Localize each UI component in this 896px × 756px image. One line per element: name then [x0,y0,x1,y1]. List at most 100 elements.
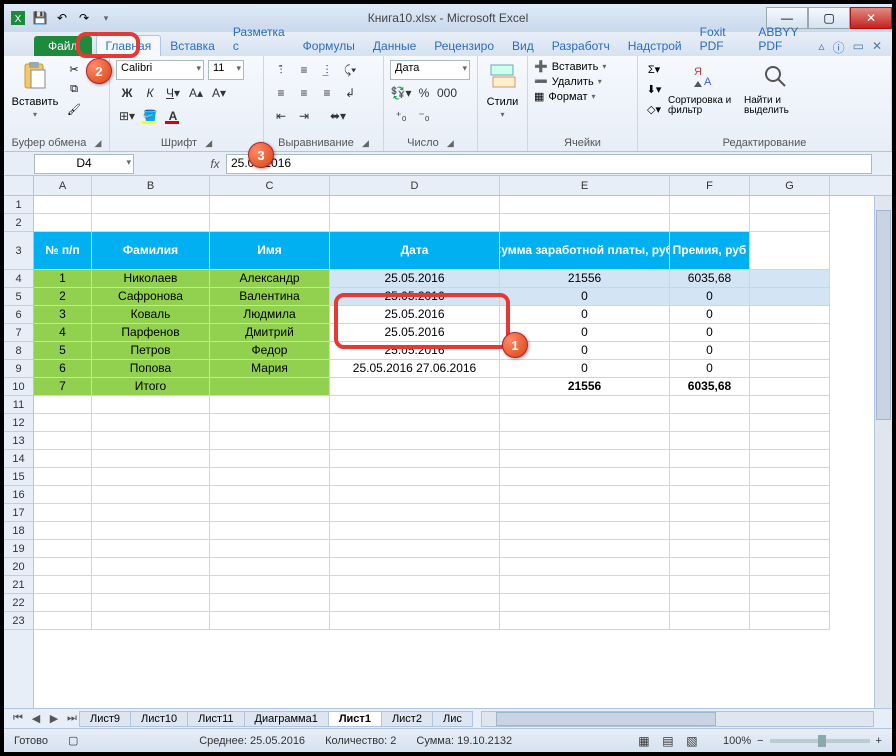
undo-icon[interactable]: ↶ [54,10,70,26]
cell[interactable] [500,594,670,612]
cells-insert-button[interactable]: ➕Вставить▾ [534,60,606,73]
row-header-4[interactable]: 4 [4,270,33,288]
cell[interactable] [750,540,830,558]
formula-input[interactable]: 25.05.2016 [226,154,872,174]
cell[interactable] [750,270,830,288]
col-header-E[interactable]: E [500,176,670,195]
cell[interactable] [750,450,830,468]
clear-icon[interactable]: ◇▾ [644,100,664,118]
cell[interactable] [750,432,830,450]
view-layout-icon[interactable]: ▤ [657,731,679,751]
cell[interactable]: 0 [670,288,750,306]
col-header-B[interactable]: B [92,176,210,195]
qat-more-icon[interactable]: ▾ [98,10,114,26]
tab-review[interactable]: Рецензиро [425,36,503,56]
paste-button[interactable]: Вставить ▾ [10,60,60,119]
table-header[interactable]: Премия, руб [670,232,750,270]
redo-icon[interactable]: ↷ [76,10,92,26]
cell[interactable] [750,486,830,504]
cell[interactable]: 0 [670,306,750,324]
tab-file[interactable]: Файл [34,36,92,56]
cell[interactable]: 25.05.2016 [330,270,500,288]
cell[interactable] [210,396,330,414]
percent-button[interactable]: % [413,83,435,103]
cells-format-button[interactable]: ▦Формат▾ [534,90,596,103]
name-box[interactable]: D4 [34,154,134,174]
cell[interactable] [34,522,92,540]
autosum-icon[interactable]: Σ▾ [644,60,664,78]
cut-icon[interactable]: ✂ [64,60,84,78]
underline-button[interactable]: Ч▾ [162,83,184,103]
cell[interactable] [330,576,500,594]
cell[interactable] [330,558,500,576]
sort-filter-button[interactable]: ЯА Сортировка и фильтр [668,60,740,116]
sheet-tab[interactable]: Лист9 [79,711,131,727]
table-header[interactable]: Имя [210,232,330,270]
cell[interactable] [330,196,500,214]
align-bottom-button[interactable]: ⫶̲ [316,60,338,80]
increase-decimal-button[interactable]: ⁺₀ [390,106,412,126]
cell[interactable] [34,612,92,630]
grow-font-button[interactable]: A▴ [185,83,207,103]
cell[interactable] [500,432,670,450]
row-header-17[interactable]: 17 [4,504,33,522]
cell[interactable]: 0 [670,360,750,378]
align-top-button[interactable]: ⫶̄ [270,60,292,80]
cell[interactable] [330,468,500,486]
cell[interactable] [210,414,330,432]
cell[interactable]: Петров [92,342,210,360]
tab-abbyy[interactable]: ABBYY PDF [749,22,818,56]
wrap-text-button[interactable]: ↲ [339,83,361,103]
row-header-12[interactable]: 12 [4,414,33,432]
cell[interactable] [92,522,210,540]
cell[interactable]: 21556 [500,270,670,288]
cell[interactable] [750,612,830,630]
cell[interactable]: 25.05.2016 [330,288,500,306]
cell[interactable]: 25.05.2016 [330,306,500,324]
cell[interactable] [92,450,210,468]
sheet-tab[interactable]: Лис [432,711,473,727]
cell[interactable] [500,486,670,504]
cell[interactable] [750,594,830,612]
cells[interactable]: № п/пФамилияИмяДатаСумма заработной плат… [34,196,892,630]
cell[interactable] [750,360,830,378]
align-center-button[interactable]: ≡ [293,83,315,103]
bold-button[interactable]: Ж [116,83,138,103]
cell[interactable]: Попова [92,360,210,378]
cell[interactable] [92,576,210,594]
sheet-nav-button[interactable]: ⏭ [64,712,80,725]
cell[interactable]: Дмитрий [210,324,330,342]
zoom-in-button[interactable]: + [876,735,882,747]
cell[interactable]: 1 [34,270,92,288]
merge-button[interactable]: ⬌▾ [316,106,360,126]
cell[interactable] [500,558,670,576]
cell[interactable] [92,396,210,414]
cell[interactable] [750,342,830,360]
cell[interactable]: 7 [34,378,92,396]
cell[interactable] [34,396,92,414]
cell[interactable] [750,232,830,270]
cell[interactable] [210,450,330,468]
sheet-tab[interactable]: Лист2 [381,711,433,727]
macro-record-icon[interactable]: ▢ [68,734,78,747]
view-normal-icon[interactable]: ▦ [633,731,655,751]
cell[interactable] [750,324,830,342]
row-header-7[interactable]: 7 [4,324,33,342]
cell[interactable] [34,504,92,522]
zoom-out-button[interactable]: − [757,735,763,747]
number-launcher[interactable]: ◢ [442,138,454,149]
tab-home[interactable]: Главная [96,35,162,56]
cell[interactable] [500,504,670,522]
row-header-5[interactable]: 5 [4,288,33,306]
cell[interactable] [34,558,92,576]
styles-button[interactable]: Стили ▾ [484,60,521,119]
row-header-15[interactable]: 15 [4,468,33,486]
cell[interactable] [92,414,210,432]
cell[interactable]: 0 [500,306,670,324]
cell[interactable] [670,214,750,232]
fx-icon[interactable]: fx [204,157,226,171]
save-icon[interactable]: 💾 [32,10,48,26]
cell[interactable]: 21556 [500,378,670,396]
row-header-13[interactable]: 13 [4,432,33,450]
format-painter-icon[interactable]: 🖌 [64,100,84,118]
